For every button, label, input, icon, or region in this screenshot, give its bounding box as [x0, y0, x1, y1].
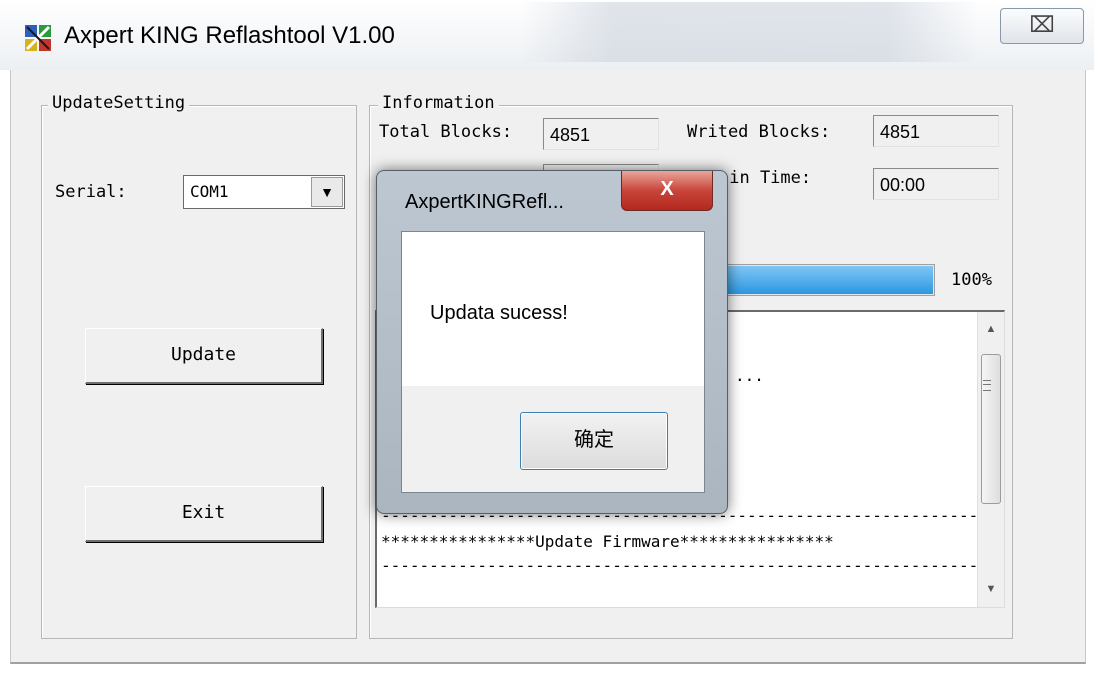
information-caption: Information [378, 93, 499, 113]
dialog-body: Updata sucess! 确定 [401, 231, 705, 493]
update-button[interactable]: Update [85, 328, 323, 384]
remain-time-label: ain Time: [719, 168, 812, 188]
scroll-up-icon: ▲ [985, 323, 997, 335]
scroll-grip-icon [983, 380, 991, 391]
exit-button[interactable]: Exit [85, 486, 323, 542]
scroll-thumb[interactable] [981, 354, 1001, 504]
scroll-down-button[interactable]: ▼ [978, 576, 1004, 602]
total-blocks-field: 4851 [543, 118, 659, 150]
close-icon: ⌧ [1029, 12, 1055, 37]
serial-port-value: COM1 [190, 182, 229, 201]
dialog-message: Updata sucess! [430, 302, 568, 324]
log-banner: ****************Update Firmware*********… [381, 532, 834, 551]
scroll-up-button[interactable]: ▲ [978, 316, 1004, 342]
title-bar-glow [520, 2, 980, 62]
app-window: Axpert KING Reflashtool V1.00 ⌧ UpdateSe… [0, 0, 1094, 675]
serial-port-select[interactable]: COM1 ▼ [183, 175, 345, 209]
log-ellipsis: ... [735, 366, 764, 385]
update-setting-caption: UpdateSetting [48, 93, 190, 113]
chevron-down-icon: ▼ [320, 184, 334, 200]
message-dialog: AxpertKINGRefl... X Updata sucess! 确定 [376, 170, 728, 514]
serial-label: Serial: [55, 182, 127, 202]
writed-blocks-field: 4851 [873, 115, 999, 147]
ok-button[interactable]: 确定 [520, 412, 668, 470]
dropdown-button[interactable]: ▼ [311, 177, 343, 207]
progress-percent: 100% [951, 270, 992, 290]
remain-time-field: 00:00 [873, 168, 999, 200]
dialog-close-button[interactable]: X [621, 171, 713, 211]
app-icon [25, 25, 51, 51]
window-title: Axpert KING Reflashtool V1.00 [64, 22, 395, 49]
log-separator: ----------------------------------------… [381, 556, 979, 575]
log-scrollbar[interactable]: ▲ ▼ [977, 312, 1004, 607]
scroll-down-icon: ▼ [985, 583, 997, 595]
dialog-title: AxpertKINGRefl... [405, 191, 564, 213]
window-close-button[interactable]: ⌧ [1000, 8, 1084, 44]
total-blocks-label: Total Blocks: [379, 122, 513, 142]
title-bar[interactable]: Axpert KING Reflashtool V1.00 ⌧ [0, 0, 1094, 70]
writed-blocks-label: Writed Blocks: [687, 122, 831, 142]
close-icon: X [660, 178, 674, 200]
